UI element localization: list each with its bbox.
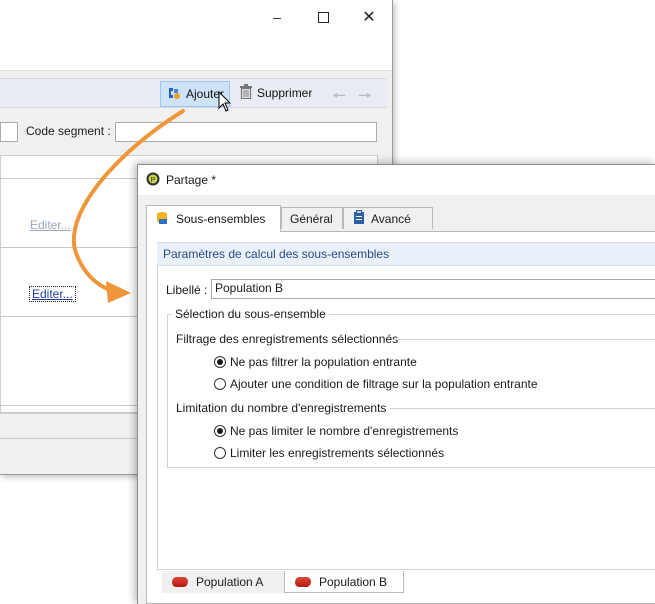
- menu-area: [0, 34, 392, 71]
- database-icon: [155, 210, 171, 229]
- selection-group-title: Sélection du sous-ensemble: [172, 307, 329, 321]
- filter-section-title: Filtrage des enregistrements sélectionné…: [176, 332, 399, 346]
- minimize-icon: –: [273, 9, 281, 25]
- tab-population-a[interactable]: Population A: [162, 571, 284, 593]
- radio-no-filter[interactable]: Ne pas filtrer la population entrante: [214, 355, 417, 369]
- delete-button[interactable]: Supprimer: [234, 81, 317, 105]
- tab-general[interactable]: Général: [281, 207, 343, 229]
- add-icon: [166, 85, 182, 104]
- title-bar: – ✕: [0, 0, 392, 34]
- limit-section-title: Limitation du nombre d'enregistrements: [176, 401, 387, 415]
- radio-button-checked[interactable]: [214, 425, 226, 437]
- mouse-cursor-icon: [218, 91, 232, 112]
- libelle-label: Libellé :: [166, 283, 208, 297]
- arrow-right-icon[interactable]: 🠖: [358, 85, 372, 112]
- tab-label: Avancé: [371, 211, 411, 226]
- delete-label: Supprimer: [257, 86, 313, 100]
- section-header: Paramètres de calcul des sous-ensembles: [157, 242, 655, 266]
- radio-add-filter[interactable]: Ajouter une condition de filtrage sur la…: [214, 377, 538, 391]
- edit-link[interactable]: Editer...: [29, 286, 76, 302]
- tab-label: Population B: [319, 574, 388, 589]
- close-button[interactable]: ✕: [346, 0, 392, 34]
- maximize-icon: [317, 11, 329, 23]
- partage-dialog: P Partage * Sous-ensembles Général Avanc…: [137, 164, 655, 604]
- maximize-button[interactable]: [300, 0, 346, 34]
- minimize-button[interactable]: –: [254, 0, 300, 34]
- tab-population-b[interactable]: Population B: [284, 571, 404, 593]
- segment-icon: [170, 577, 190, 587]
- edit-link-disabled: Editer...: [30, 218, 71, 232]
- tab-avance[interactable]: Avancé: [343, 207, 433, 229]
- divider: [390, 408, 655, 409]
- radio-label: Limiter les enregistrements sélectionnés: [230, 446, 445, 460]
- radio-label: Ajouter une condition de filtrage sur la…: [230, 377, 538, 391]
- arrow-left-icon[interactable]: 🠔: [332, 85, 346, 112]
- clipboard-icon: [352, 209, 366, 228]
- svg-text:P: P: [151, 177, 156, 184]
- radio-button[interactable]: [214, 447, 226, 459]
- libelle-input[interactable]: Population B: [211, 279, 655, 299]
- tab-pane: Paramètres de calcul des sous-ensembles …: [146, 231, 655, 604]
- selection-group: Sélection du sous-ensemble Filtrage des …: [167, 307, 655, 468]
- tab-label: Général: [290, 211, 333, 226]
- radio-label: Ne pas filtrer la population entrante: [230, 355, 417, 369]
- app-logo-icon: P: [146, 172, 160, 189]
- trash-icon: [239, 84, 253, 102]
- radio-button[interactable]: [214, 378, 226, 390]
- dialog-title-bar: P Partage *: [138, 165, 655, 195]
- close-icon: ✕: [362, 9, 376, 26]
- code-segment-input[interactable]: [115, 122, 377, 142]
- divider: [394, 339, 655, 340]
- radio-no-limit[interactable]: Ne pas limiter le nombre d'enregistremen…: [214, 424, 458, 438]
- radio-limit-records[interactable]: Limiter les enregistrements sélectionnés: [214, 446, 444, 460]
- tab-label: Sous-ensembles: [176, 212, 266, 226]
- dialog-title: Partage *: [166, 173, 217, 187]
- tab-sous-ensembles[interactable]: Sous-ensembles: [146, 205, 281, 232]
- segment-name-input[interactable]: [0, 122, 18, 142]
- toolbar: Ajouter Supprimer 🠔 🠖: [0, 78, 387, 108]
- radio-button-checked[interactable]: [214, 356, 226, 368]
- tab-label: Population A: [196, 575, 264, 589]
- section-content: Libellé : Population B Sélection du sous…: [157, 266, 655, 570]
- code-segment-label: Code segment :: [26, 124, 111, 138]
- segment-icon: [293, 576, 313, 587]
- radio-label: Ne pas limiter le nombre d'enregistremen…: [230, 424, 459, 438]
